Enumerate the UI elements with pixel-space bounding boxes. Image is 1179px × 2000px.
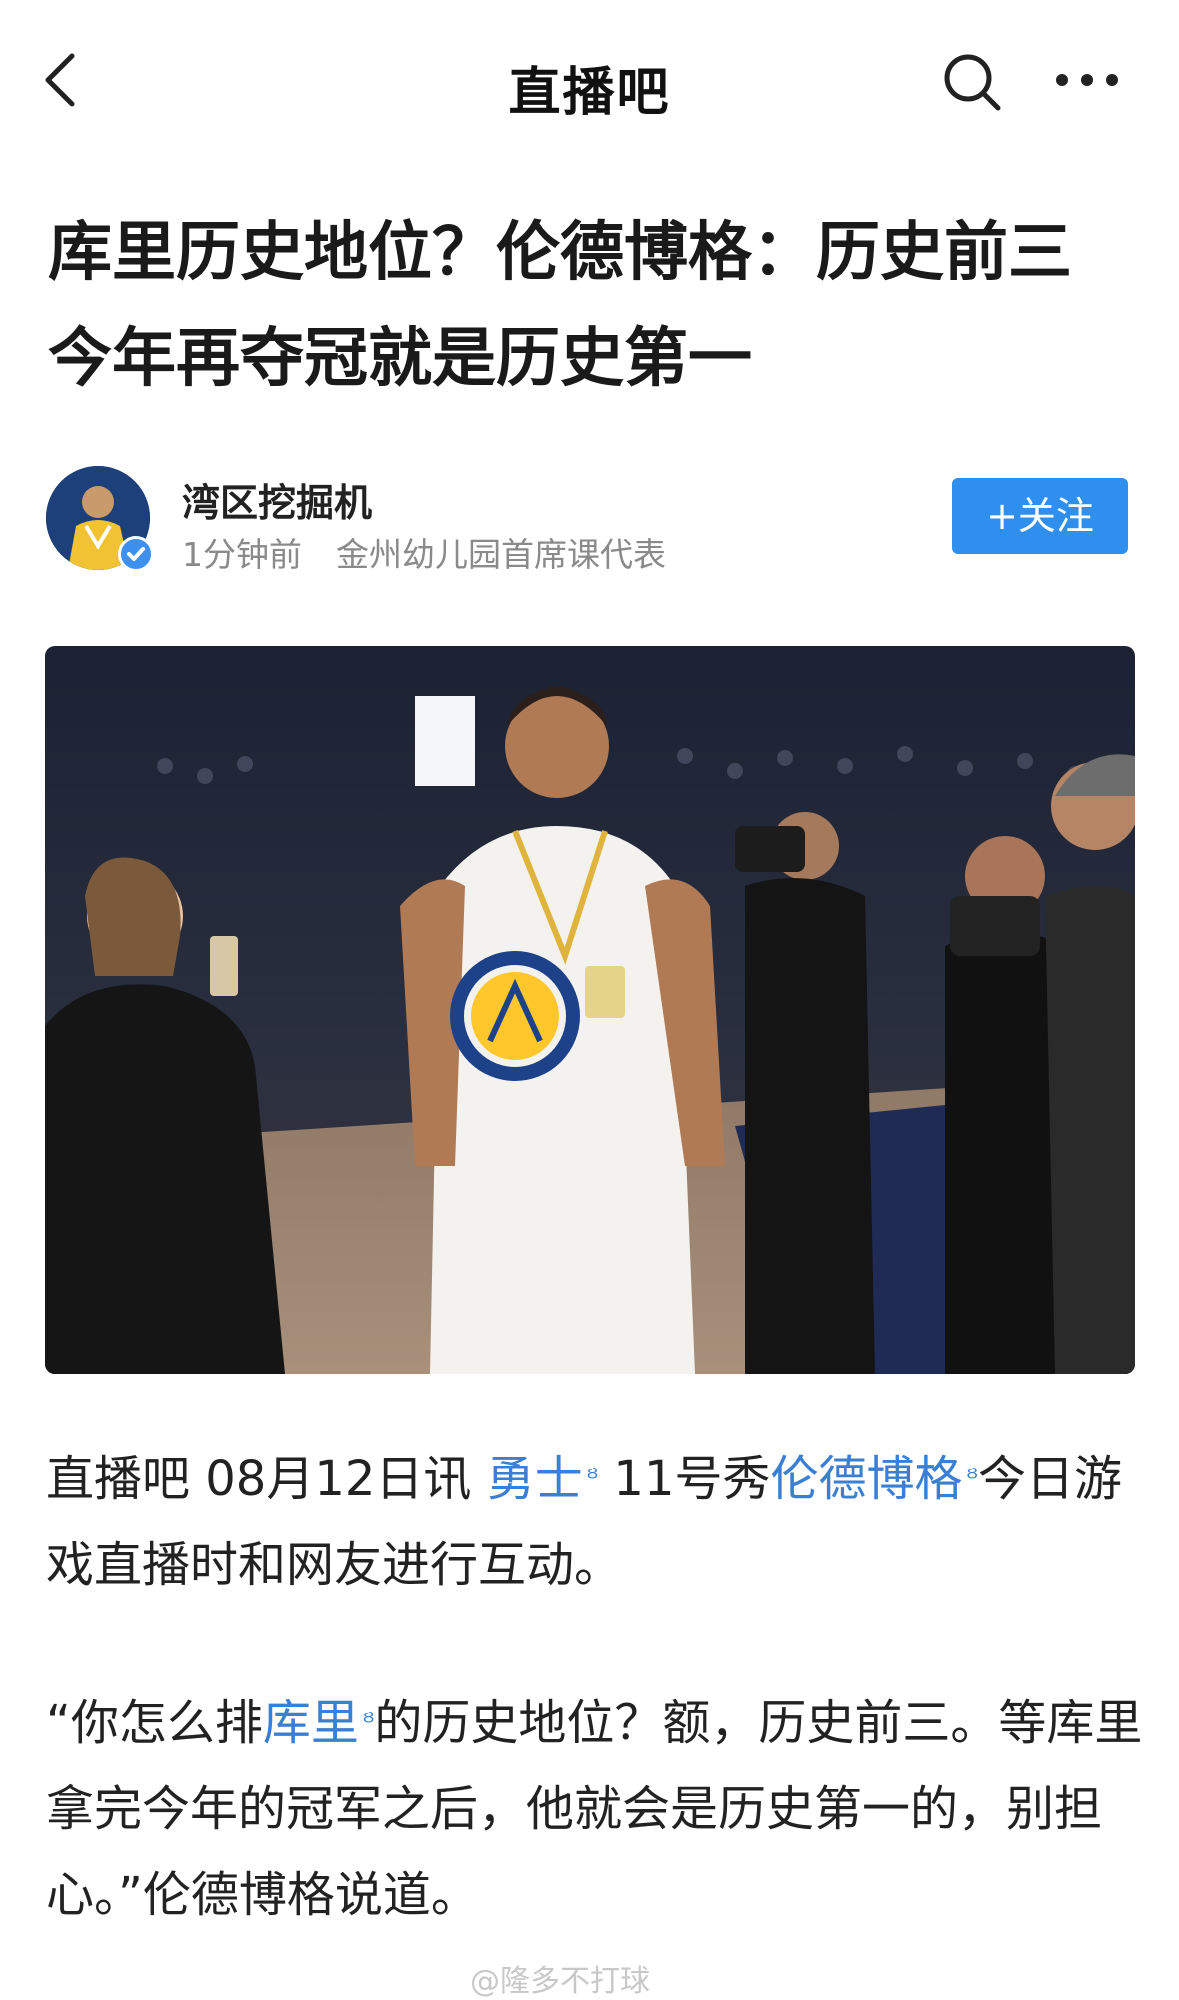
photo-image (45, 646, 1135, 1374)
more-dots-icon (1056, 74, 1118, 86)
author-meta: 1分钟前 金州幼儿园首席课代表 (182, 528, 666, 576)
link-lundberg[interactable]: 伦德博格 (770, 1451, 962, 1507)
search-link-icon: ᴽ (966, 1464, 978, 1494)
search-icon (944, 54, 1001, 111)
follow-button[interactable]: +关注 (952, 478, 1128, 554)
verified-badge-icon (118, 536, 154, 572)
paragraph-1-middle: 11号秀 (598, 1451, 771, 1507)
more-button[interactable] (1052, 60, 1122, 100)
link-warriors[interactable]: 勇士 (487, 1451, 583, 1507)
paragraph-1-prefix: 直播吧 08月12日讯 (46, 1451, 487, 1507)
article-photo[interactable] (45, 646, 1135, 1374)
paragraph-2-prefix: “你怎么排 (46, 1695, 263, 1751)
author-row: 湾区挖掘机 1分钟前 金州幼儿园首席课代表 +关注 (46, 466, 1136, 576)
post-time: 1分钟前 (182, 535, 302, 574)
paragraph-1: 直播吧 08月12日讯 勇士 ᴽ 11号秀伦德博格 ᴽ今日游戏直播时和网友进行互动。 (46, 1436, 1146, 1608)
link-curry[interactable]: 库里 (263, 1695, 359, 1751)
search-link-icon: ᴽ (586, 1464, 599, 1494)
top-nav-bar: 直播吧 (0, 0, 1179, 160)
paragraph-2: “你怎么排库里 ᴽ的历史地位？额，历史前三。等库里拿完今年的冠军之后，他就会是历史… (46, 1680, 1146, 1938)
author-name[interactable]: 湾区挖掘机 (182, 472, 372, 527)
weibo-watermark: @隆多不打球 (470, 1964, 650, 1999)
author-bio: 金州幼儿园首席课代表 (336, 535, 666, 574)
search-button[interactable] (940, 50, 1004, 114)
search-link-icon: ᴽ (362, 1708, 375, 1738)
article-title: 库里历史地位？伦德博格：历史前三 今年再夺冠就是历史第一 (48, 216, 1072, 396)
